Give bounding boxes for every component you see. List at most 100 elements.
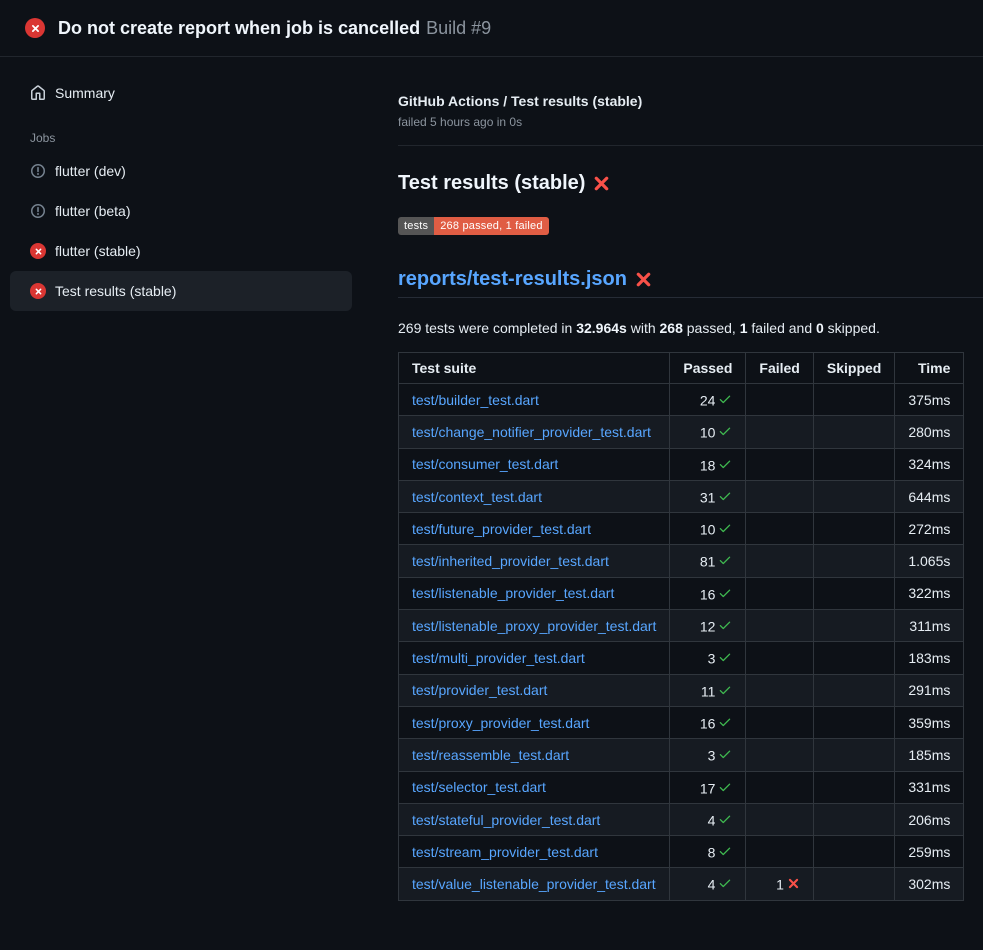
check-icon [718,650,732,664]
suite-cell: test/future_provider_test.dart [399,513,670,545]
skipped-cell [813,642,894,674]
sidebar-item-flutter-stable[interactable]: flutter (stable) [10,231,352,271]
table-row: test/stateful_provider_test.dart4206ms [399,803,964,835]
suite-cell: test/proxy_provider_test.dart [399,706,670,738]
failed-cell [746,739,813,771]
test-suite-link[interactable]: test/inherited_provider_test.dart [412,553,609,569]
x-circle-icon [30,283,46,299]
column-header: Failed [746,353,813,384]
table-row: test/value_listenable_provider_test.dart… [399,868,964,900]
passed-cell: 4 [670,803,746,835]
page-title: Do not create report when job is cancell… [58,18,491,39]
results-table-body: test/builder_test.dart24375ms test/change… [399,384,964,901]
table-row: test/builder_test.dart24375ms [399,384,964,416]
suite-cell: test/context_test.dart [399,480,670,512]
time-cell: 311ms [895,610,964,642]
time-cell: 1.065s [895,545,964,577]
table-row: test/provider_test.dart11291ms [399,674,964,706]
table-row: test/proxy_provider_test.dart16359ms [399,706,964,738]
test-suite-link[interactable]: test/proxy_provider_test.dart [412,715,589,731]
failed-count: 1 [740,320,748,336]
check-icon [718,586,732,600]
test-suite-link[interactable]: test/builder_test.dart [412,392,539,408]
test-suite-link[interactable]: test/change_notifier_provider_test.dart [412,424,651,440]
check-icon [718,457,732,471]
check-icon [718,747,732,761]
check-icon [718,521,732,535]
test-suite-link[interactable]: test/reassemble_test.dart [412,747,569,763]
sidebar: Summary Jobs flutter (dev) flut [0,57,370,950]
time-cell: 644ms [895,480,964,512]
skipped-cell [813,803,894,835]
passed-cell: 3 [670,642,746,674]
time-cell: 185ms [895,739,964,771]
sidebar-item-label: flutter (beta) [55,203,130,219]
passed-count: 268 [660,320,683,336]
total-time: 32.964s [576,320,627,336]
sidebar-item-test-results-stable[interactable]: Test results (stable) [10,271,352,311]
run-status-text: failed 5 hours ago in 0s [398,115,983,129]
check-icon [718,618,732,632]
report-link[interactable]: reports/test-results.json [398,268,627,291]
passed-cell: 10 [670,416,746,448]
suite-cell: test/inherited_provider_test.dart [399,545,670,577]
column-header: Passed [670,353,746,384]
jobs-section-label: Jobs [30,131,352,145]
time-cell: 324ms [895,448,964,480]
table-row: test/future_provider_test.dart10272ms [399,513,964,545]
failed-cell [746,836,813,868]
test-suite-link[interactable]: test/listenable_provider_test.dart [412,585,614,601]
suite-cell: test/stateful_provider_test.dart [399,803,670,835]
test-suite-link[interactable]: test/multi_provider_test.dart [412,650,585,666]
x-icon [593,175,610,192]
summary-line: 269 tests were completed in 32.964s with… [398,320,983,336]
sidebar-item-summary[interactable]: Summary [10,73,352,113]
failed-cell [746,416,813,448]
build-number: Build #9 [426,18,491,38]
sidebar-item-label: Test results (stable) [55,283,176,299]
column-header: Test suite [399,353,670,384]
test-suite-link[interactable]: test/consumer_test.dart [412,456,558,472]
skipped-cell [813,706,894,738]
column-header: Time [895,353,964,384]
sidebar-item-flutter-dev[interactable]: flutter (dev) [10,151,352,191]
passed-cell: 31 [670,480,746,512]
skipped-cell [813,448,894,480]
failed-cell [746,771,813,803]
skipped-cell [813,480,894,512]
check-icon [718,683,732,697]
time-cell: 302ms [895,868,964,900]
test-suite-link[interactable]: test/provider_test.dart [412,682,547,698]
test-suite-link[interactable]: test/listenable_proxy_provider_test.dart [412,618,656,634]
test-suite-link[interactable]: test/future_provider_test.dart [412,521,591,537]
skipped-cell [813,513,894,545]
table-row: test/listenable_provider_test.dart 16 322m… [399,577,964,609]
sidebar-item-flutter-beta[interactable]: flutter (beta) [10,191,352,231]
time-cell: 322ms [895,577,964,609]
test-suite-link[interactable]: test/context_test.dart [412,489,542,505]
check-title: Test results (stable) [398,172,983,195]
suite-cell: test/multi_provider_test.dart [399,642,670,674]
x-icon [635,271,652,288]
test-suite-link[interactable]: test/stateful_provider_test.dart [412,812,600,828]
passed-cell: 4 [670,868,746,900]
skipped-cell [813,416,894,448]
skipped-cell [813,674,894,706]
skipped-cell [813,545,894,577]
time-cell: 259ms [895,836,964,868]
passed-cell: 16 [670,577,746,609]
sidebar-item-label: Summary [55,85,115,101]
test-suite-link[interactable]: test/value_listenable_provider_test.dart [412,876,656,892]
test-suite-link[interactable]: test/selector_test.dart [412,779,546,795]
test-suite-link[interactable]: test/stream_provider_test.dart [412,844,598,860]
results-table: Test suitePassedFailedSkippedTime test/b… [398,352,964,901]
suite-cell: test/selector_test.dart [399,771,670,803]
main-content: GitHub Actions / Test results (stable) f… [370,57,983,950]
failed-cell [746,610,813,642]
check-icon [718,392,732,406]
failed-cell [746,642,813,674]
page-header: Do not create report when job is cancell… [0,0,983,57]
check-icon [718,780,732,794]
column-header: Skipped [813,353,894,384]
table-row: test/selector_test.dart17331ms [399,771,964,803]
